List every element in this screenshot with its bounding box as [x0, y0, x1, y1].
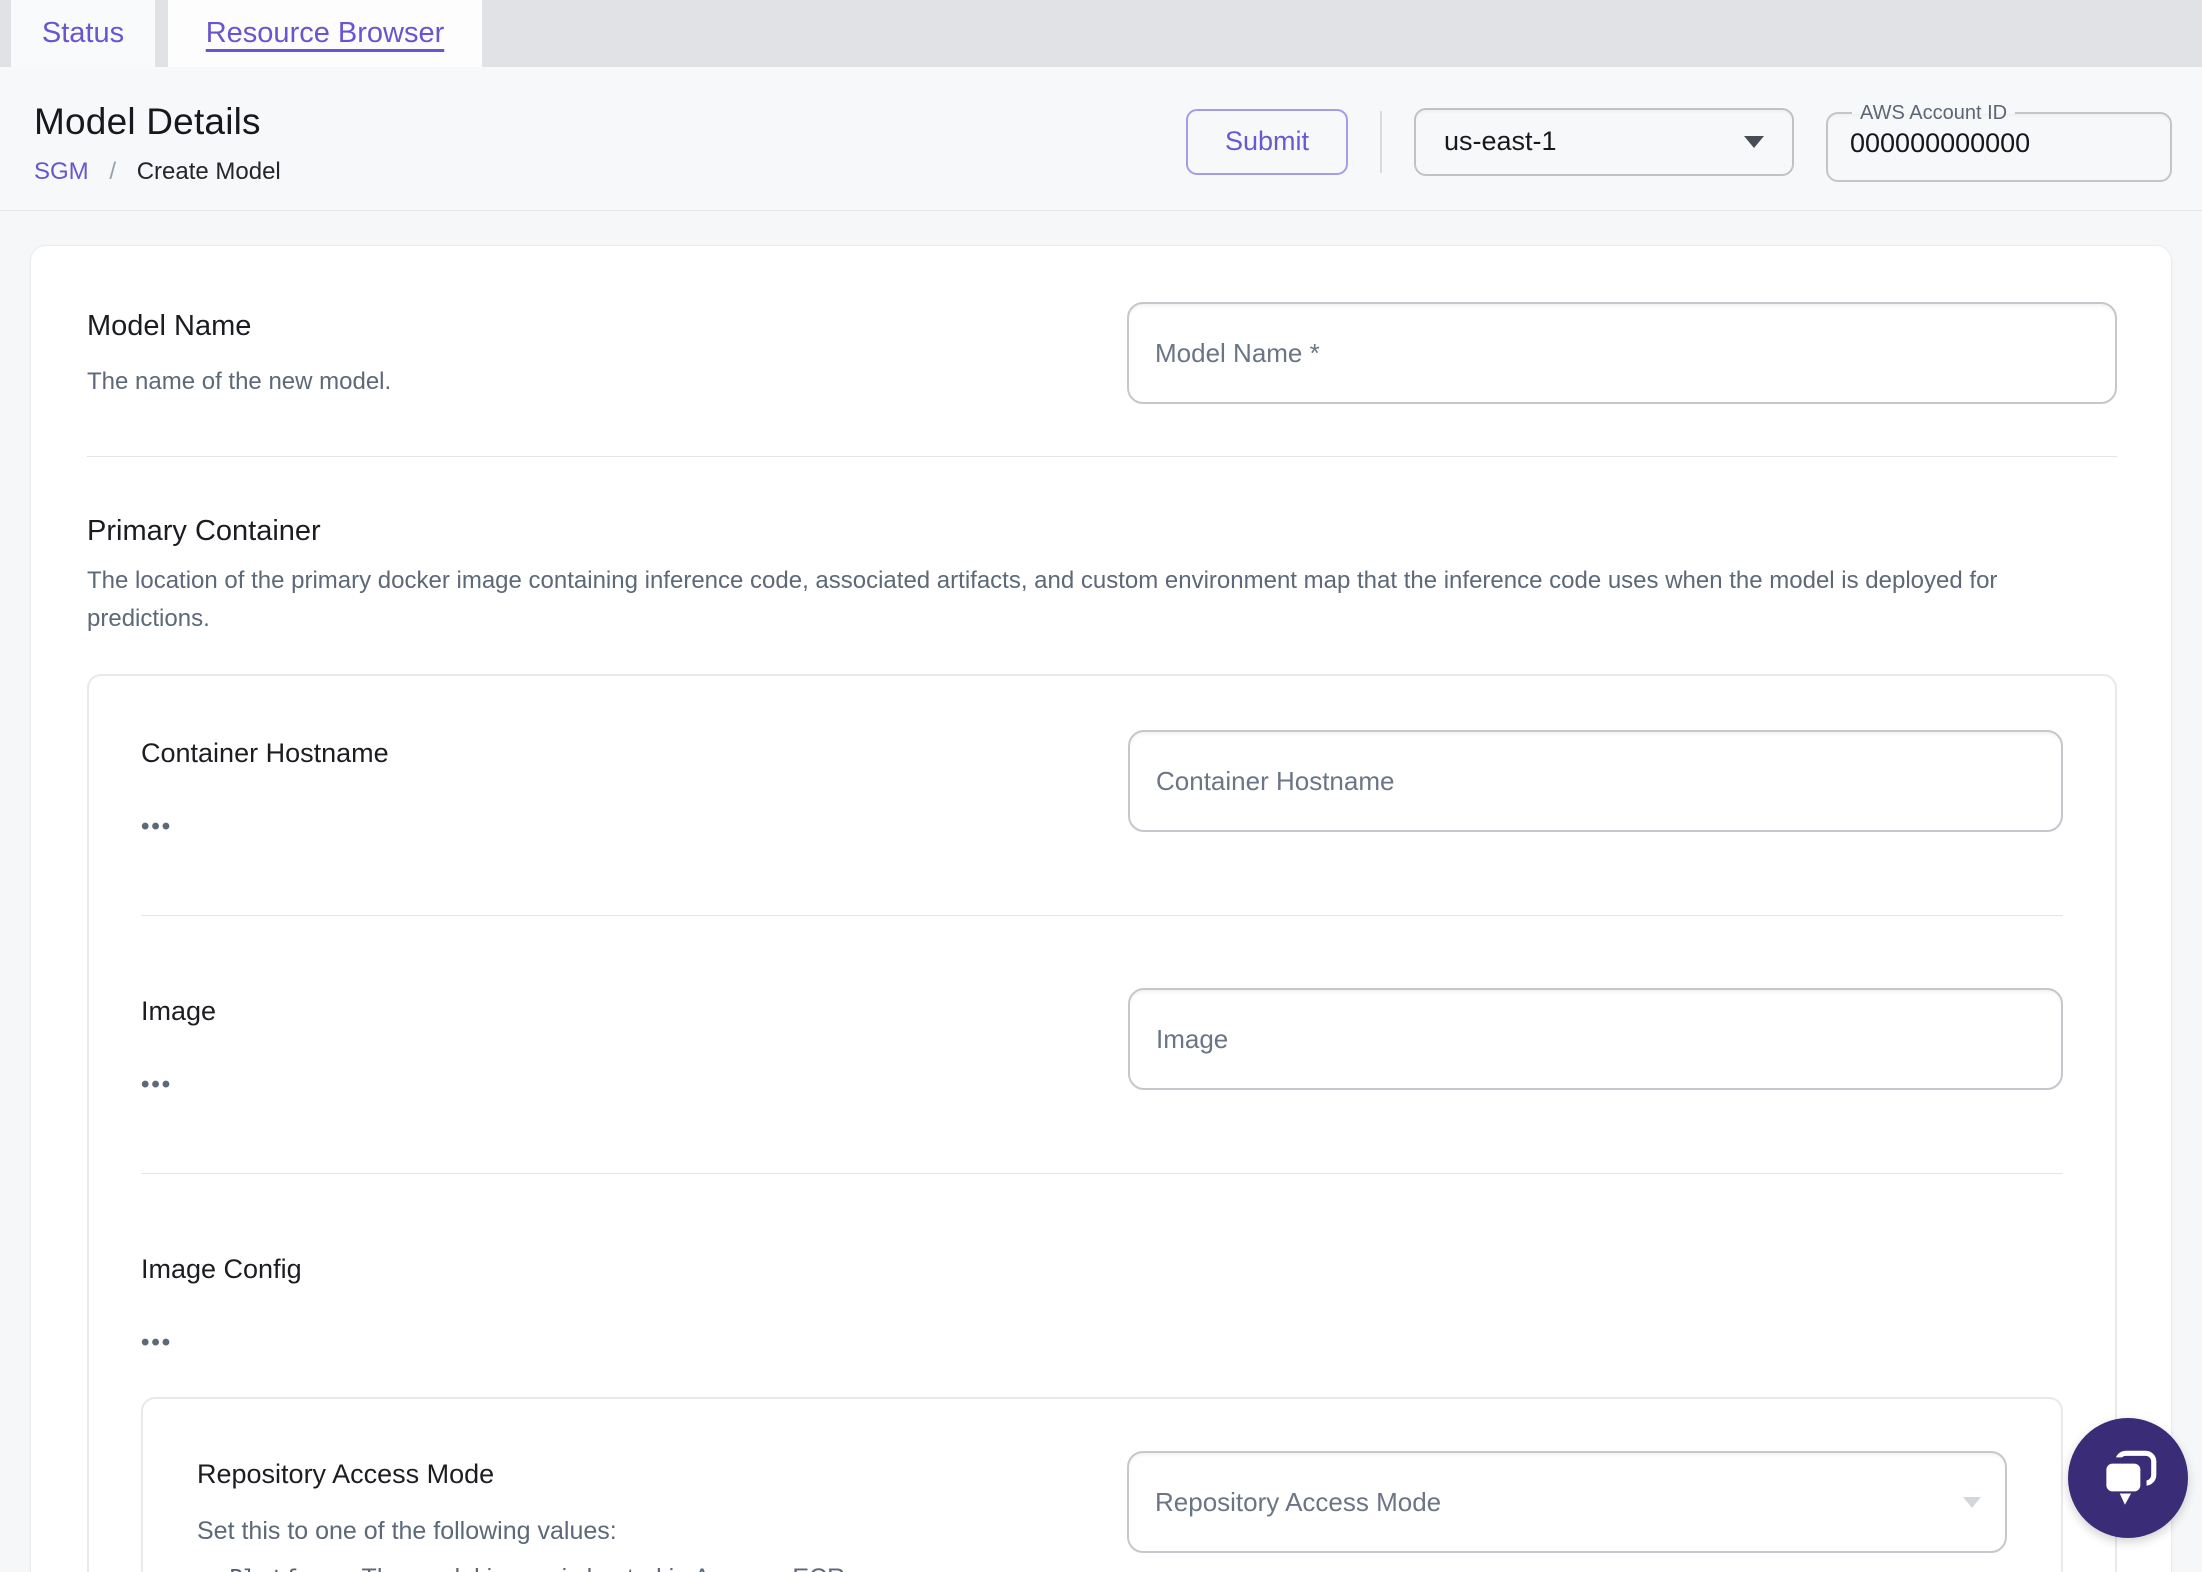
image-info: Image •••: [141, 988, 216, 1097]
option-code: Platform: [229, 1566, 340, 1572]
breadcrumb-separator: /: [109, 158, 117, 185]
primary-container-header: Primary Container The location of the pr…: [87, 515, 2117, 638]
breadcrumb: SGM / Create Model: [34, 158, 281, 186]
container-hostname-row: Container Hostname •••: [141, 730, 2063, 839]
field-divider: [141, 915, 2063, 916]
header-divider: [1380, 110, 1382, 173]
model-name-input[interactable]: [1127, 302, 2117, 404]
repository-access-mode-options-list: Platform - The model image is hosted in …: [197, 1562, 1044, 1572]
container-hostname-info: Container Hostname •••: [141, 730, 389, 839]
repository-access-mode-row: Repository Access Mode Set this to one o…: [197, 1451, 2007, 1572]
image-input[interactable]: [1128, 988, 2063, 1090]
expand-description-toggle[interactable]: •••: [141, 1331, 172, 1355]
primary-container-label: Primary Container: [87, 515, 321, 547]
option-text: - The model image is hosted in Amazon EC…: [347, 1564, 852, 1572]
repository-access-mode-label: Repository Access Mode: [197, 1459, 495, 1489]
image-config-row: Image Config •••: [141, 1246, 2063, 1355]
aws-account-id-field[interactable]: AWS Account ID 000000000000: [1826, 101, 2172, 182]
breadcrumb-parent-link[interactable]: SGM: [34, 158, 89, 185]
image-config-card: Repository Access Mode Set this to one o…: [141, 1397, 2063, 1572]
model-details-card: Model Name The name of the new model. Pr…: [30, 245, 2172, 1572]
repository-access-mode-input[interactable]: [1127, 1451, 2007, 1553]
page-header: Model Details SGM / Create Model Submit …: [0, 67, 2202, 211]
header-controls: Submit us-east-1 AWS Account ID 00000000…: [1185, 101, 2172, 182]
content-area: Model Name The name of the new model. Pr…: [0, 211, 2202, 1572]
breadcrumb-current: Create Model: [136, 158, 281, 185]
expand-description-toggle[interactable]: •••: [141, 1073, 172, 1097]
expand-description-toggle[interactable]: •••: [141, 815, 172, 839]
tab-status[interactable]: Status: [11, 0, 155, 67]
container-hostname-input[interactable]: [1128, 730, 2063, 832]
tab-resource-browser[interactable]: Resource Browser: [168, 0, 482, 67]
chat-widget-button[interactable]: [2068, 1418, 2188, 1538]
primary-container-description: The location of the primary docker image…: [87, 567, 1998, 632]
submit-button[interactable]: Submit: [1185, 108, 1348, 175]
image-row: Image •••: [141, 988, 2063, 1097]
tab-bar: Status Resource Browser: [0, 0, 2202, 67]
tab-resource-browser-label: Resource Browser: [205, 17, 445, 49]
container-hostname-label: Container Hostname: [141, 738, 389, 768]
aws-account-id-label: AWS Account ID: [1860, 101, 2008, 124]
image-config-info: Image Config •••: [141, 1246, 302, 1355]
chat-icon: [2100, 1450, 2157, 1505]
chevron-down-icon: [1744, 135, 1764, 148]
model-name-label: Model Name: [87, 310, 252, 342]
image-config-label: Image Config: [141, 1254, 302, 1284]
model-name-row: Model Name The name of the new model.: [87, 302, 2117, 404]
list-item: Platform - The model image is hosted in …: [229, 1562, 1044, 1572]
primary-container-card: Container Hostname ••• Image ••• Image C…: [87, 674, 2117, 1572]
tab-status-label: Status: [41, 17, 125, 49]
chevron-down-icon: [1963, 1497, 1981, 1508]
header-title-block: Model Details SGM / Create Model: [34, 97, 281, 186]
image-label: Image: [141, 996, 217, 1026]
repository-access-mode-info: Repository Access Mode Set this to one o…: [197, 1451, 1044, 1572]
page-title: Model Details: [34, 101, 261, 142]
model-name-info: Model Name The name of the new model.: [87, 302, 391, 401]
region-select[interactable]: us-east-1: [1414, 107, 1794, 176]
repository-access-mode-description: Set this to one of the following values:: [197, 1517, 617, 1545]
aws-account-id-value[interactable]: 000000000000: [1850, 125, 2170, 159]
region-select-value: us-east-1: [1444, 126, 1557, 156]
section-divider: [87, 456, 2117, 457]
repository-access-mode-select[interactable]: [1127, 1451, 2007, 1553]
field-divider: [141, 1173, 2063, 1174]
model-name-description: The name of the new model.: [87, 368, 392, 395]
